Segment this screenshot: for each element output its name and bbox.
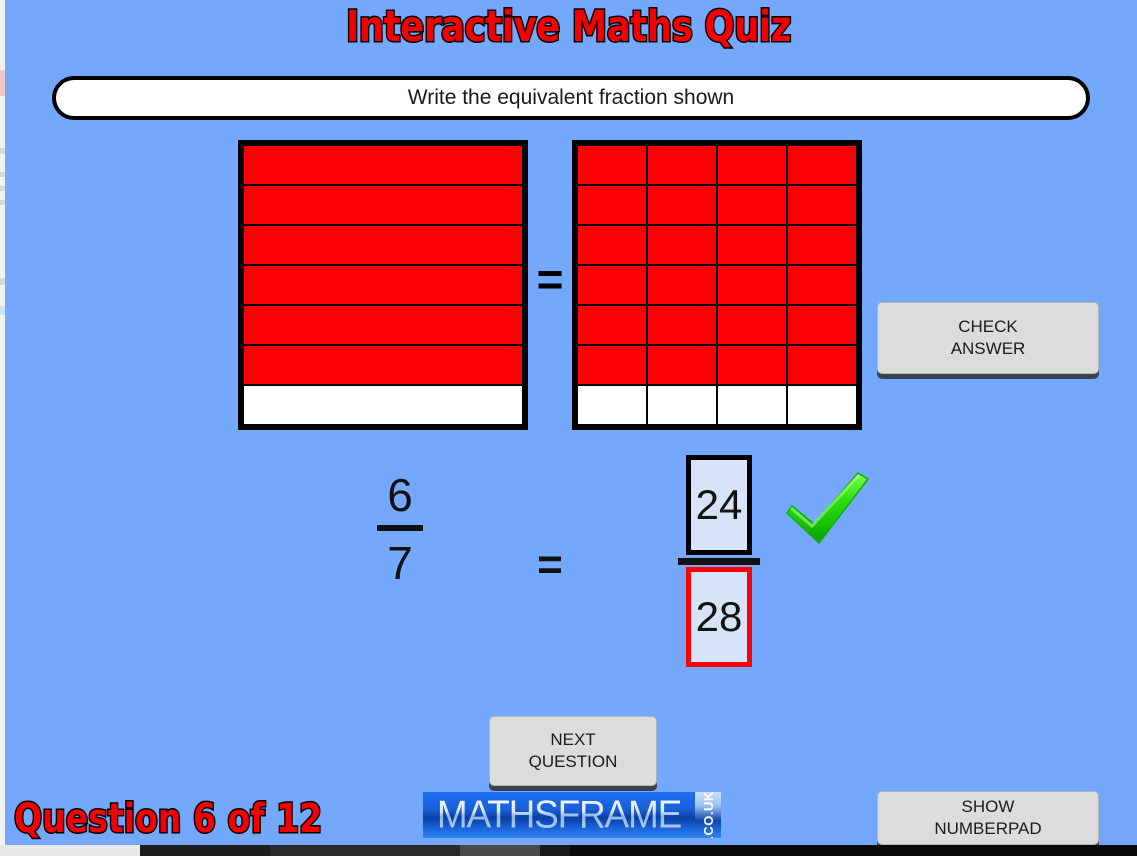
shaded-cell xyxy=(786,144,858,186)
shaded-cell xyxy=(646,304,718,346)
given-denominator: 7 xyxy=(387,537,413,589)
shaded-cell xyxy=(716,264,788,306)
fraction-diagrams: = xyxy=(0,140,1137,432)
unshaded-cell xyxy=(716,384,788,426)
shaded-cell xyxy=(716,144,788,186)
shaded-cell xyxy=(786,344,858,386)
taskbar-item[interactable] xyxy=(460,845,540,856)
mathsframe-logo-text: MATHSFRAME xyxy=(423,792,695,838)
question-counter: Question 6 of 12 xyxy=(13,795,324,844)
page-title: Interactive Maths Quiz xyxy=(345,1,793,54)
equation-equals-sign: = xyxy=(537,540,563,589)
diagram-equals-sign: = xyxy=(536,253,564,305)
shaded-cell xyxy=(646,184,718,226)
next-question-label-line2: QUESTION xyxy=(528,752,618,771)
shaded-cell xyxy=(576,224,648,266)
shaded-cell xyxy=(576,264,648,306)
green-tick-icon xyxy=(778,467,874,559)
mathsframe-logo-domain-text: .CO.UK xyxy=(700,792,716,838)
taskbar-item[interactable] xyxy=(270,845,460,856)
shaded-cell xyxy=(242,264,524,306)
check-answer-label-line2: ANSWER xyxy=(950,339,1026,358)
next-question-button[interactable]: NEXT QUESTION xyxy=(489,716,657,786)
shaded-cell xyxy=(646,264,718,306)
taskbar-item[interactable] xyxy=(140,845,270,856)
quiz-app: Interactive Maths Quiz Write the equival… xyxy=(0,0,1137,856)
shaded-cell xyxy=(786,264,858,306)
shaded-cell xyxy=(716,344,788,386)
check-answer-button[interactable]: CHECK ANSWER xyxy=(877,302,1099,374)
taskbar-start-area[interactable] xyxy=(0,845,140,856)
mathsframe-logo-domain: .CO.UK xyxy=(695,792,721,838)
os-taskbar[interactable] xyxy=(0,845,1137,856)
shaded-cell xyxy=(786,224,858,266)
unshaded-cell xyxy=(242,384,524,426)
given-numerator: 6 xyxy=(387,469,413,521)
show-numberpad-label-line1: SHOW xyxy=(961,796,1015,816)
shaded-cell xyxy=(576,304,648,346)
shaded-cell xyxy=(242,344,524,386)
shaded-cell xyxy=(716,304,788,346)
unshaded-cell xyxy=(646,384,718,426)
answer-fraction-bar xyxy=(678,558,760,565)
unshaded-cell xyxy=(576,384,648,426)
shaded-cell xyxy=(242,144,524,186)
given-fraction-bar xyxy=(377,525,423,531)
shaded-cell xyxy=(576,184,648,226)
show-numberpad-button[interactable]: SHOW NUMBERPAD xyxy=(877,791,1099,845)
given-fraction: 6 7 xyxy=(362,469,438,589)
shaded-cell xyxy=(646,224,718,266)
fraction-equation: 6 7 = 24 28 xyxy=(0,455,1137,680)
shaded-cell xyxy=(716,224,788,266)
answer-fraction: 24 28 xyxy=(678,455,760,667)
left-fraction-shape xyxy=(238,140,528,430)
shaded-cell xyxy=(242,304,524,346)
mathsframe-logo[interactable]: MATHSFRAME .CO.UK xyxy=(423,792,721,838)
question-prompt-text: Write the equivalent fraction shown xyxy=(407,86,735,109)
next-question-label-line1: NEXT xyxy=(550,729,596,749)
sliver-mark xyxy=(0,70,5,96)
shaded-cell xyxy=(646,344,718,386)
answer-numerator-input[interactable]: 24 xyxy=(686,455,752,555)
shaded-cell xyxy=(786,184,858,226)
shaded-cell xyxy=(242,224,524,266)
shaded-cell xyxy=(786,304,858,346)
question-prompt-banner: Write the equivalent fraction shown xyxy=(52,76,1090,120)
shaded-cell xyxy=(716,184,788,226)
right-fraction-shape xyxy=(572,140,862,430)
taskbar-item[interactable] xyxy=(540,845,570,856)
taskbar-tray[interactable] xyxy=(570,845,1137,856)
shaded-cell xyxy=(576,344,648,386)
shaded-cell xyxy=(576,144,648,186)
check-answer-label-line1: CHECK xyxy=(958,316,1018,336)
unshaded-cell xyxy=(786,384,858,426)
shaded-cell xyxy=(646,144,718,186)
answer-denominator-input[interactable]: 28 xyxy=(686,567,752,667)
shaded-cell xyxy=(242,184,524,226)
show-numberpad-label-line2: NUMBERPAD xyxy=(934,819,1042,838)
